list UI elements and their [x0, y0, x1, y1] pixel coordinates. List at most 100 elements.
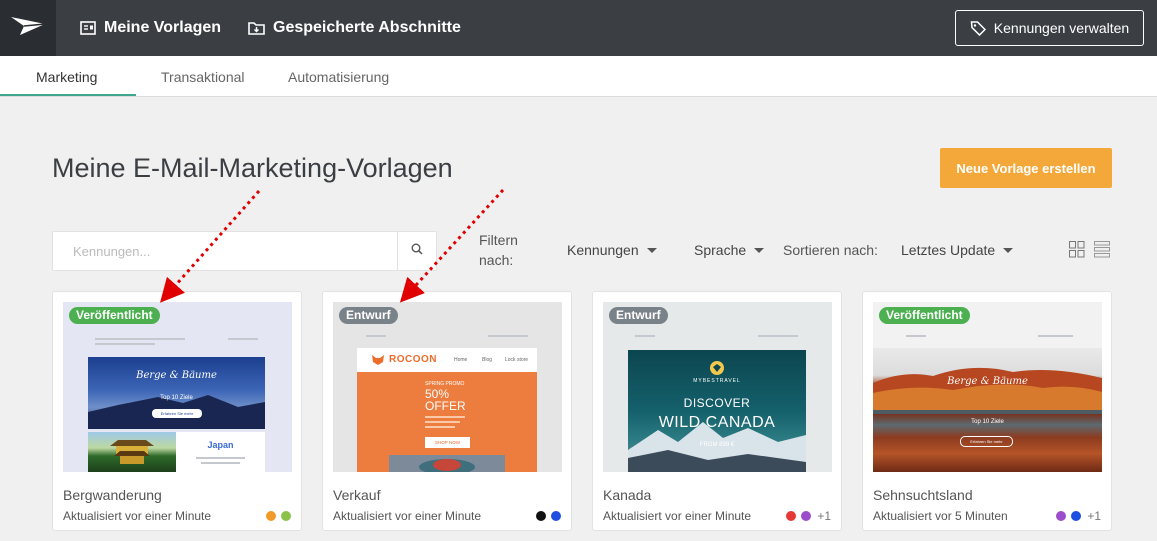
- template-thumbnail: Veröffentlicht Berge & Bäume Top 10 Ziel…: [873, 302, 1102, 472]
- thumb-side-title: Japan: [207, 440, 234, 450]
- tab-automation[interactable]: Automatisierung: [288, 56, 389, 97]
- nav-my-templates-label: Meine Vorlagen: [104, 19, 222, 36]
- thumb-line: [425, 416, 465, 418]
- template-name: Kanada: [603, 487, 652, 503]
- folder-download-icon: [248, 20, 265, 36]
- template-card[interactable]: Veröffentlicht Berge & Bäume Top 10 Ziel…: [52, 291, 302, 531]
- caret-down-icon: [646, 247, 657, 253]
- color-swatches: +1: [1051, 509, 1101, 523]
- nav-saved-sections-label: Gespeicherte Abschnitte: [273, 19, 461, 36]
- template-thumbnail: Entwurf ROCOON Home Blog Lock store SPRI…: [333, 302, 562, 472]
- thumb-line: [201, 462, 240, 464]
- status-badge: Veröffentlicht: [879, 307, 970, 324]
- color-dot: [266, 511, 276, 521]
- thumb-offer: OFFER: [425, 399, 466, 413]
- template-updated: Aktualisiert vor einer Minute: [603, 509, 752, 523]
- color-swatches: +1: [781, 509, 831, 523]
- thumb-button: SHOP NOW: [425, 437, 470, 448]
- caret-down-icon: [1003, 247, 1014, 253]
- color-dot: [1056, 511, 1067, 521]
- tab-marketing[interactable]: Marketing: [36, 56, 97, 97]
- color-dot: [786, 511, 797, 521]
- thumb-hero: SPRING PROMO 50% OFFER SHOP NOW: [357, 372, 537, 472]
- nav-saved-sections[interactable]: Gespeicherte Abschnitte: [248, 0, 461, 56]
- thumb-line: [95, 338, 185, 340]
- thumb-brand: ROCOON: [389, 354, 437, 365]
- thumb-title: Berge & Bäume: [947, 376, 1028, 387]
- logo[interactable]: [0, 0, 56, 56]
- tab-transactional[interactable]: Transaktional: [161, 56, 245, 97]
- template-card[interactable]: Entwurf ROCOON Home Blog Lock store SPRI…: [322, 291, 572, 531]
- color-dot: [551, 511, 561, 521]
- thumb-subtitle: Top 10 Ziele: [160, 395, 193, 401]
- status-badge: Entwurf: [609, 307, 668, 324]
- status-badge: Entwurf: [339, 307, 398, 324]
- more-colors-count: +1: [1087, 509, 1101, 523]
- search-box: [52, 231, 437, 271]
- sort-dropdown[interactable]: Letztes Update: [901, 240, 1014, 260]
- thumb-side-panel: Japan: [176, 432, 265, 472]
- template-card[interactable]: Entwurf MYBESTRAVEL DISCOVER WILD CANADA…: [592, 291, 842, 531]
- filter-label: Filtern nach:: [479, 232, 518, 268]
- thumb-line: [366, 335, 386, 337]
- manage-tags-button[interactable]: Kennungen verwalten: [955, 10, 1144, 46]
- thumb-product-image: [389, 455, 505, 472]
- template-name: Bergwanderung: [63, 487, 162, 503]
- template-icon: [80, 20, 96, 36]
- template-updated: Aktualisiert vor 5 Minuten: [873, 509, 1008, 523]
- sort-dropdown-label: Letztes Update: [901, 242, 996, 258]
- thumb-line: [906, 335, 926, 337]
- manage-tags-label: Kennungen verwalten: [993, 20, 1130, 36]
- template-thumbnail: Entwurf MYBESTRAVEL DISCOVER WILD CANADA…: [603, 302, 832, 472]
- grid-view-icon[interactable]: [1069, 241, 1085, 258]
- color-dot: [536, 511, 546, 521]
- thumb-line: [635, 335, 655, 337]
- template-name: Verkauf: [333, 487, 381, 503]
- search-icon: [411, 242, 423, 260]
- tag-search-input[interactable]: [53, 232, 398, 270]
- tags-dropdown-label: Kennungen: [567, 242, 639, 258]
- top-bar: Meine Vorlagen Gespeicherte Abschnitte K…: [0, 0, 1157, 56]
- template-thumbnail: Veröffentlicht Berge & Bäume Top 10 Ziel…: [63, 302, 292, 472]
- thumb-menu-item: Blog: [482, 357, 493, 363]
- more-colors-count: +1: [817, 509, 831, 523]
- tab-bar: Marketing Transaktional Automatisierung: [0, 56, 1157, 97]
- paper-plane-icon: [10, 15, 46, 42]
- thumb-subtitle: Top 10 Ziele: [971, 419, 1004, 425]
- template-card[interactable]: Veröffentlicht Berge & Bäume Top 10 Ziel…: [862, 291, 1112, 531]
- thumb-line: [488, 335, 528, 337]
- color-swatches: [531, 510, 561, 522]
- thumb-line: [758, 335, 798, 337]
- nav-my-templates[interactable]: Meine Vorlagen: [80, 0, 221, 56]
- search-button[interactable]: [397, 232, 436, 270]
- list-view-icon[interactable]: [1094, 241, 1110, 258]
- thumb-line: [1038, 335, 1073, 337]
- color-dot: [281, 511, 291, 521]
- thumb-hero: MYBESTRAVEL DISCOVER WILD CANADA FROM 89…: [628, 350, 806, 472]
- thumb-line-2: WILD CANADA: [658, 414, 776, 431]
- thumb-line: [196, 457, 245, 459]
- thumb-hero-image: Berge & Bäume Top 10 Ziele Erfahren Sie …: [88, 357, 265, 429]
- thumb-line-1: DISCOVER: [683, 396, 751, 410]
- thumb-price: FROM 899 €: [699, 442, 735, 448]
- create-template-button[interactable]: Neue Vorlage erstellen: [940, 148, 1112, 188]
- tag-icon: [970, 20, 986, 36]
- caret-down-icon: [754, 247, 765, 253]
- sort-label: Sortieren nach:: [783, 242, 878, 258]
- language-dropdown[interactable]: Sprache: [694, 240, 765, 260]
- thumb-line: [425, 426, 455, 428]
- thumb-menu-item: Home: [454, 357, 468, 363]
- thumb-button: Erfahren Sie mehr: [960, 436, 1013, 447]
- thumb-title: Berge & Bäume: [136, 370, 217, 381]
- color-dot: [1071, 511, 1082, 521]
- thumb-temple-image: [88, 432, 176, 472]
- thumb-button: Erfahren Sie mehr: [152, 409, 202, 418]
- template-name: Sehnsuchtsland: [873, 487, 973, 503]
- thumb-brand: MYBESTRAVEL: [693, 378, 741, 384]
- color-dot: [801, 511, 812, 521]
- tags-dropdown[interactable]: Kennungen: [567, 240, 657, 260]
- color-swatches: [261, 510, 291, 522]
- thumb-header: ROCOON Home Blog Lock store: [357, 348, 537, 372]
- template-updated: Aktualisiert vor einer Minute: [63, 509, 212, 523]
- thumb-line: [95, 343, 155, 345]
